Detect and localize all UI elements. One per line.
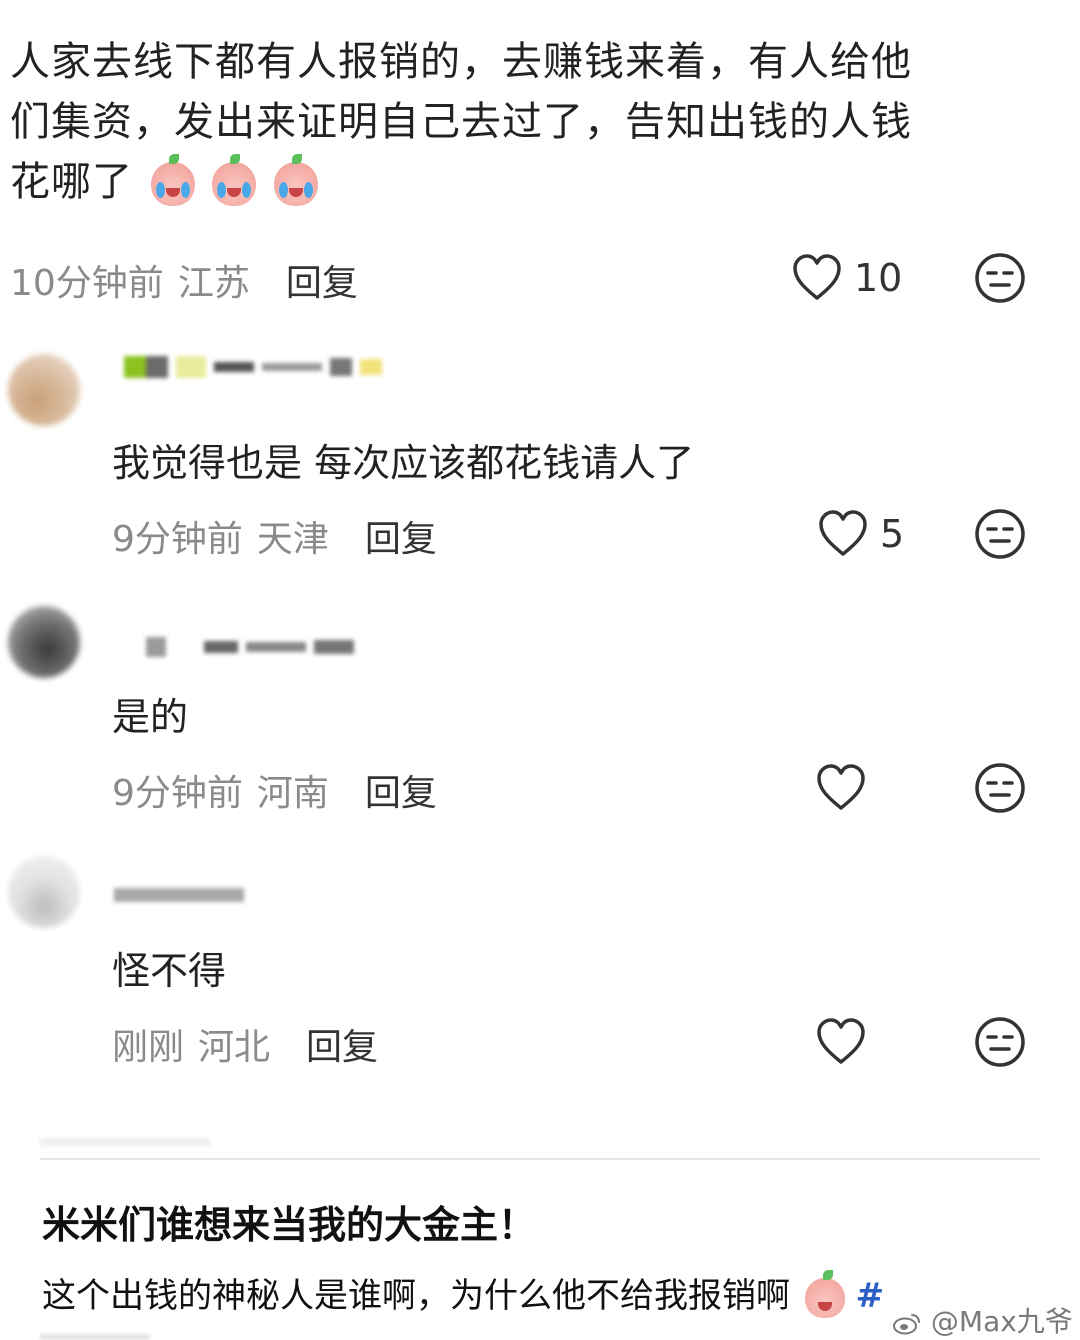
cut-off-row (40, 1138, 210, 1146)
reply-text: 是的 (112, 695, 189, 739)
crying-laughing-emoji-icon (212, 154, 257, 206)
reply-button[interactable]: 回复 (286, 263, 358, 304)
top-comment-line-2: 们集资，发出来证明自己去过了，告知出钱的人钱 (10, 99, 912, 145)
top-comment-meta: 10分钟前 江苏 回复 (10, 254, 358, 306)
neutral-face-icon[interactable] (974, 508, 1026, 560)
reply-button[interactable]: 回复 (306, 1027, 378, 1068)
comment-location: 江苏 (177, 263, 250, 304)
comment-location: 河南 (256, 773, 329, 814)
cut-off-row (40, 1334, 150, 1340)
avatar[interactable] (8, 606, 80, 678)
heart-outline-icon[interactable] (816, 764, 866, 812)
top-comment-line-3: 花哪了 (10, 159, 133, 205)
hashtag-link[interactable]: # (856, 1276, 885, 1316)
caption-title: 米米们谁想来当我的大金主！ (42, 1203, 537, 1247)
reply-text: 我觉得也是 每次应该都花钱请人了 (112, 441, 695, 485)
comment-time: 刚刚 (112, 1027, 185, 1068)
heart-outline-icon[interactable] (818, 510, 868, 558)
top-comment-text: 人家去线下都有人报销的，去赚钱来着，有人给他 们集资，发出来证明自己去过了，告知… (10, 32, 1070, 212)
avatar[interactable] (8, 354, 80, 426)
watermark: @Max九爷 (892, 1300, 1073, 1340)
top-comment-line-3-wrap: 花哪了 (10, 152, 1070, 212)
reply-text: 怪不得 (112, 949, 227, 993)
heart-outline-icon[interactable] (792, 254, 842, 302)
blurred-username (124, 356, 390, 378)
watermark-text: @Max九爷 (930, 1305, 1073, 1338)
comment-location: 河北 (198, 1027, 271, 1068)
caption-body: 这个出钱的神秘人是谁啊，为什么他不给我报销啊 # (42, 1268, 884, 1318)
neutral-face-icon[interactable] (974, 1016, 1026, 1068)
top-comment-line-1: 人家去线下都有人报销的，去赚钱来着，有人给他 (10, 39, 912, 85)
neutral-face-icon[interactable] (974, 252, 1026, 304)
weibo-logo-icon (893, 1314, 920, 1335)
blurred-username (114, 884, 252, 903)
caption-text: 这个出钱的神秘人是谁啊，为什么他不给我报销啊 (42, 1276, 790, 1316)
reply-button[interactable]: 回复 (365, 773, 437, 814)
neutral-face-icon[interactable] (974, 762, 1026, 814)
comment-time: 10分钟前 (10, 263, 164, 304)
crying-laughing-emoji-icon (274, 154, 319, 206)
like-count: 5 (880, 512, 905, 556)
reply-meta: 9分钟前 河南 回复 (112, 764, 437, 816)
blurred-username (146, 636, 362, 657)
reply-button[interactable]: 回复 (365, 519, 437, 560)
avatar[interactable] (8, 856, 80, 928)
reply-meta: 9分钟前 天津 回复 (112, 510, 437, 562)
like-count: 10 (854, 256, 903, 300)
crying-laughing-emoji-icon (150, 154, 195, 206)
heart-outline-icon[interactable] (816, 1018, 866, 1066)
peach-emoji-icon (804, 1269, 845, 1318)
comment-time: 9分钟前 (112, 519, 243, 560)
divider (40, 1158, 1040, 1160)
reply-meta: 刚刚 河北 回复 (112, 1018, 378, 1070)
comment-time: 9分钟前 (112, 773, 243, 814)
comment-location: 天津 (256, 519, 329, 560)
